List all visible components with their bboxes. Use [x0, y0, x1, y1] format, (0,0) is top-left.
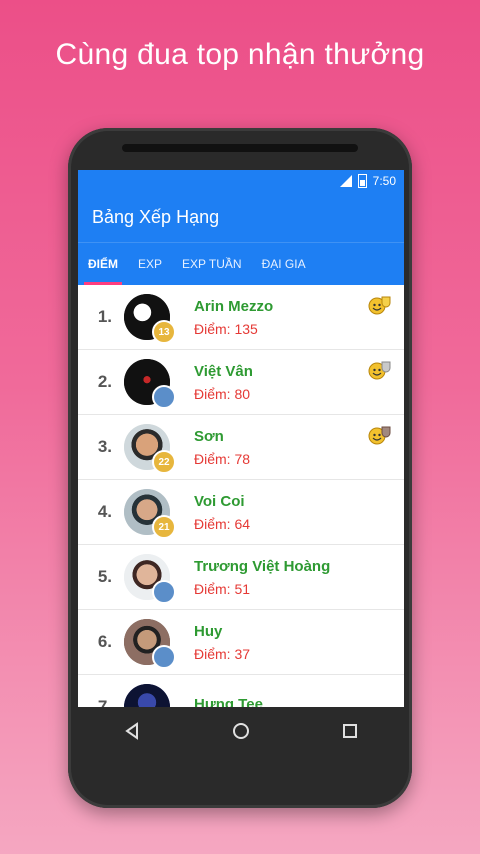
player-score: Điểm: 135: [194, 320, 258, 337]
avatar: 22: [124, 424, 176, 474]
app-bar: Bảng Xếp Hạng: [78, 192, 404, 242]
back-button[interactable]: [112, 711, 152, 751]
leaderboard-row[interactable]: 3. 22 Sơn Điểm: 78: [78, 415, 404, 480]
leaderboard-row[interactable]: 7. Hưng Tee: [78, 675, 404, 707]
level-badge: [152, 645, 176, 669]
player-name: Hưng Tee: [194, 695, 263, 708]
player-name: Voi Coi: [194, 492, 245, 510]
status-bar: 7:50: [78, 170, 404, 192]
rank-number: 5.: [97, 567, 112, 586]
player-score: Điểm: 37: [194, 645, 251, 662]
tab-exp[interactable]: EXP: [128, 243, 172, 285]
avatar: [124, 684, 170, 707]
android-nav-bar: [78, 707, 404, 755]
recents-icon: [342, 724, 357, 738]
tab-dai-gia[interactable]: ĐẠI GIA: [252, 243, 316, 285]
level-badge: [152, 580, 176, 604]
rank-number: 3.: [97, 437, 112, 456]
tab-diem[interactable]: ĐIỂM: [78, 243, 128, 285]
leaderboard-row[interactable]: 2. Việt Vân Điểm: 80: [78, 350, 404, 415]
level-badge: 13: [152, 320, 176, 344]
rank-number: 6.: [97, 632, 112, 651]
player-score: Điểm: 64: [194, 515, 251, 532]
app-screen: 7:50 Bảng Xếp Hạng ĐIỂM EXP EXP TUẦN ĐẠI…: [78, 170, 404, 707]
level-badge: [152, 385, 176, 409]
rank-number: 7.: [97, 697, 112, 707]
avatar: [124, 554, 176, 604]
player-name: Arin Mezzo: [194, 297, 274, 315]
home-button[interactable]: [221, 711, 261, 751]
player-score: Điểm: 78: [194, 450, 251, 467]
player-name: Huy: [194, 622, 223, 640]
rank-number: 2.: [97, 372, 112, 391]
trophy-icon: [368, 296, 391, 315]
level-badge: 21: [152, 515, 176, 539]
signal-icon: [338, 175, 352, 187]
trophy-icon: [368, 426, 391, 445]
status-time: 7:50: [372, 174, 396, 188]
promo-headline: Cùng đua top nhận thưởng: [55, 38, 425, 71]
tab-bar: ĐIỂM EXP EXP TUẦN ĐẠI GIA: [78, 242, 404, 285]
avatar: 13: [124, 294, 176, 344]
page-title: Bảng Xếp Hạng: [92, 206, 220, 227]
player-score: Điểm: 80: [194, 385, 251, 402]
trophy-icon: [368, 361, 391, 380]
player-score: Điểm: 51: [194, 580, 251, 597]
avatar: 21: [124, 489, 176, 539]
home-icon: [232, 723, 249, 739]
leaderboard-row[interactable]: 4. 21 Voi Coi Điểm: 64: [78, 480, 404, 545]
rank-number: 4.: [97, 502, 112, 521]
avatar: [124, 359, 176, 409]
leaderboard-row[interactable]: 1. 13 Arin Mezzo Điểm: 135: [78, 285, 404, 350]
leaderboard-row[interactable]: 5. Trương Việt Hoàng Điểm: 51: [78, 545, 404, 610]
rank-number: 1.: [97, 307, 112, 326]
player-name: Việt Vân: [194, 362, 253, 380]
back-icon: [125, 722, 139, 740]
player-name: Trương Việt Hoàng: [194, 557, 331, 575]
recents-button[interactable]: [330, 711, 370, 751]
phone-speaker: [122, 144, 358, 152]
player-name: Sơn: [194, 427, 224, 445]
tab-exp-tuan[interactable]: EXP TUẦN: [172, 243, 252, 285]
battery-icon: [357, 174, 367, 188]
avatar: [124, 619, 176, 669]
leaderboard-row[interactable]: 6. Huy Điểm: 37: [78, 610, 404, 675]
level-badge: 22: [152, 450, 176, 474]
leaderboard-list: 1. 13 Arin Mezzo Điểm: 135 2. Việt Vân Đ…: [78, 285, 404, 707]
